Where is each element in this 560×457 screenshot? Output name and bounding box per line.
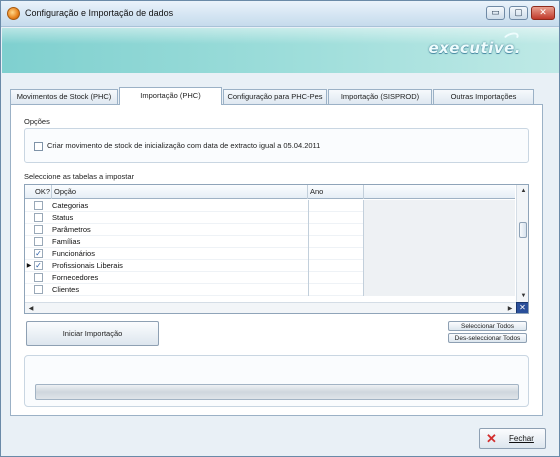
scroll-thumb[interactable]: [519, 222, 527, 238]
row-indicator: [25, 212, 33, 224]
column-header-year[interactable]: Ano: [308, 185, 364, 199]
table-row[interactable]: ✓ Funcionários: [25, 248, 515, 260]
row-empty-area: [364, 200, 515, 212]
brand-logo: executive.: [428, 39, 521, 57]
minimize-button[interactable]: ▭: [486, 6, 505, 20]
row-indicator: ▶: [26, 263, 32, 269]
row-checkbox[interactable]: [34, 225, 43, 234]
row-indicator: [25, 284, 33, 296]
table-row[interactable]: ▶ ✓ Profissionais Liberais: [25, 260, 515, 272]
row-year-cell[interactable]: [308, 248, 364, 260]
app-icon: [7, 7, 20, 20]
row-year-cell[interactable]: [308, 200, 364, 212]
row-year-cell[interactable]: [308, 236, 364, 248]
scroll-right-icon[interactable]: ▶: [504, 303, 516, 313]
row-option-label: Parâmetros: [52, 225, 91, 234]
grid-header: OK? Opção Ano: [25, 185, 515, 199]
row-checkbox[interactable]: ✓: [34, 249, 43, 258]
title-bar[interactable]: Configuração e Importação de dados ▭ ▢ ✕: [1, 1, 559, 27]
row-indicator: [25, 236, 33, 248]
row-checkbox[interactable]: [34, 201, 43, 210]
row-indicator: [25, 248, 33, 260]
row-year-cell[interactable]: [308, 284, 364, 296]
row-year-cell[interactable]: [308, 224, 364, 236]
row-checkbox[interactable]: [34, 273, 43, 282]
options-section-label: Opções: [24, 117, 50, 126]
options-group: Criar movimento de stock de inicializaçã…: [24, 128, 529, 163]
vertical-scrollbar[interactable]: ▲ ▼: [516, 185, 528, 302]
row-option-label: Profissionais Liberais: [52, 261, 123, 270]
row-year-cell[interactable]: [308, 272, 364, 284]
row-empty-area: [364, 284, 515, 296]
row-option-label: Categorias: [52, 201, 89, 210]
row-year-cell[interactable]: [308, 212, 364, 224]
row-indicator: [25, 272, 33, 284]
row-empty-area: [364, 260, 515, 272]
table-row[interactable]: Famílias: [25, 236, 515, 248]
tables-grid: OK? Opção Ano Categorias Status Parâmetr…: [24, 184, 529, 314]
tab-movimentos-stock[interactable]: Movimentos de Stock (PHC): [10, 89, 118, 104]
row-empty-area: [364, 236, 515, 248]
init-stock-label: Criar movimento de stock de inicializaçã…: [47, 141, 321, 150]
close-window-button[interactable]: ✕ Fechar: [479, 428, 546, 449]
horizontal-scrollbar[interactable]: ◀ ▶: [25, 302, 516, 313]
row-checkbox[interactable]: [34, 213, 43, 222]
tab-importacao-phc[interactable]: Importação (PHC): [119, 87, 222, 105]
row-indicator: [25, 200, 33, 212]
row-checkbox[interactable]: ✓: [34, 261, 43, 270]
init-stock-checkbox[interactable]: [34, 142, 43, 151]
row-indicator: [25, 224, 33, 236]
row-empty-area: [364, 212, 515, 224]
grid-settings-icon[interactable]: ✕: [516, 302, 528, 313]
scroll-up-icon[interactable]: ▲: [517, 185, 528, 197]
column-header-option[interactable]: Opção: [52, 185, 308, 199]
table-row[interactable]: Fornecedores: [25, 272, 515, 284]
header-banner: executive.: [2, 28, 559, 73]
row-empty-area: [364, 272, 515, 284]
progress-group: [24, 355, 529, 407]
scroll-left-icon[interactable]: ◀: [25, 303, 37, 313]
tab-configuracao-phc-pes[interactable]: Configuração para PHC-Pes: [223, 89, 327, 104]
tab-bar: Movimentos de Stock (PHC) Importação (PH…: [10, 87, 535, 105]
column-header-ok[interactable]: OK?: [33, 185, 52, 199]
row-checkbox[interactable]: [34, 237, 43, 246]
scroll-down-icon[interactable]: ▼: [517, 290, 528, 302]
tab-panel: Opções Criar movimento de stock de inici…: [10, 104, 543, 416]
row-option-label: Status: [52, 213, 74, 222]
window-title: Configuração e Importação de dados: [25, 8, 174, 18]
tab-outras-importacoes[interactable]: Outras Importações: [433, 89, 534, 104]
row-empty-area: [364, 248, 515, 260]
row-checkbox[interactable]: [34, 285, 43, 294]
row-option-label: Clientes: [52, 285, 80, 294]
deselect-all-button[interactable]: Des-seleccionar Todos: [448, 333, 527, 343]
table-row[interactable]: Parâmetros: [25, 224, 515, 236]
table-row[interactable]: Clientes: [25, 284, 515, 296]
table-row[interactable]: Categorias: [25, 200, 515, 212]
row-option-label: Famílias: [52, 237, 81, 246]
tab-importacao-sisprod[interactable]: Importação (SISPROD): [328, 89, 432, 104]
maximize-button[interactable]: ▢: [509, 6, 528, 20]
select-all-button[interactable]: Seleccionar Todos: [448, 321, 527, 331]
row-option-label: Fornecedores: [52, 273, 99, 282]
app-window: Configuração e Importação de dados ▭ ▢ ✕…: [0, 0, 560, 457]
row-option-label: Funcionários: [52, 249, 95, 258]
tables-section-label: Seleccione as tabelas a impostar: [24, 172, 135, 181]
row-empty-area: [364, 224, 515, 236]
close-x-icon: ✕: [486, 431, 497, 446]
close-button[interactable]: ✕: [531, 6, 555, 20]
grid-rows: Categorias Status Parâmetros Famílias ✓ …: [25, 200, 515, 302]
start-import-button[interactable]: Iniciar Importação: [26, 321, 159, 346]
close-window-label: Fechar: [509, 434, 534, 443]
row-year-cell[interactable]: [308, 260, 364, 272]
import-progress-bar: [35, 384, 519, 400]
table-row[interactable]: Status: [25, 212, 515, 224]
